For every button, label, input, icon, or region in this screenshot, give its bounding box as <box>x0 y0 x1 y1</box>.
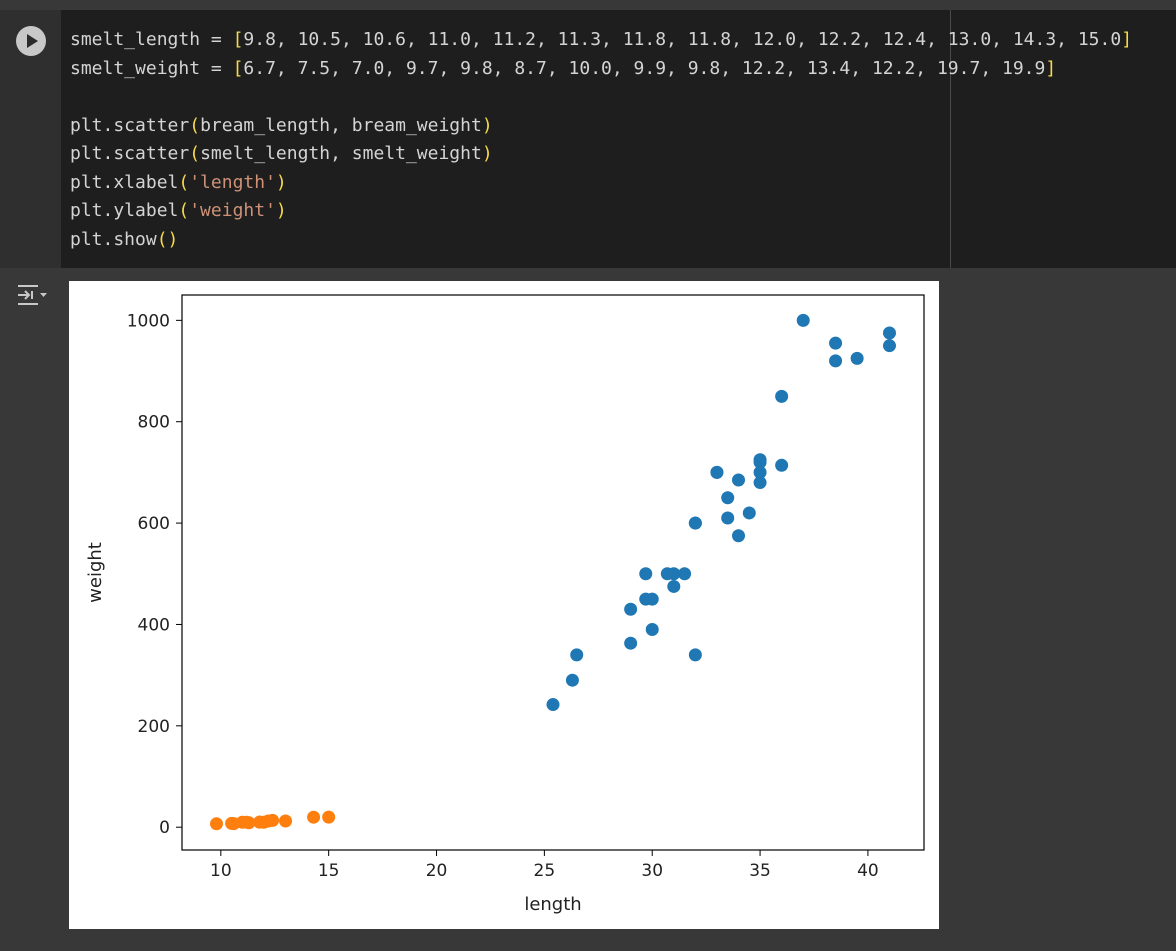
run-cell-button[interactable] <box>16 26 46 56</box>
code-token: () <box>156 228 179 250</box>
y-tick-label: 400 <box>138 615 170 635</box>
data-point <box>210 817 224 831</box>
data-point <box>565 673 579 687</box>
data-point <box>307 810 321 824</box>
code-token: smelt_length = <box>70 29 233 50</box>
code-line: plt.scatter(smelt_length, smelt_weight) <box>70 140 1132 169</box>
data-point <box>639 567 653 581</box>
x-tick-label: 25 <box>534 861 556 881</box>
code-token: 6.7, 7.5, 7.0, 9.7, 9.8, 8.7, 10.0, 9.9,… <box>243 57 1046 79</box>
data-point <box>546 698 560 712</box>
code-line: plt.xlabel('length') <box>70 169 1132 198</box>
x-tick-label: 15 <box>318 861 340 881</box>
code-token: ) <box>481 114 493 136</box>
y-tick-label: 0 <box>159 818 170 838</box>
data-point <box>753 455 767 469</box>
output-toggle-icon[interactable] <box>16 282 48 308</box>
code-editor[interactable]: smelt_length = [9.8, 10.5, 10.6, 11.0, 1… <box>70 26 1132 254</box>
code-line: plt.show() <box>70 226 1132 255</box>
data-point <box>322 810 336 824</box>
code-token: ) <box>275 171 287 193</box>
data-point <box>742 506 756 520</box>
code-token: 'weight' <box>189 200 276 221</box>
data-point <box>882 339 896 353</box>
code-token: [ <box>232 57 244 79</box>
code-token: ( <box>189 143 201 164</box>
data-point <box>775 458 789 472</box>
data-point <box>850 351 864 365</box>
code-token: plt.ylabel <box>70 200 179 221</box>
code-token: ] <box>1045 57 1057 79</box>
y-tick-label: 800 <box>138 413 170 433</box>
data-point <box>829 354 843 368</box>
data-point <box>279 814 293 828</box>
data-point <box>882 326 896 340</box>
x-tick-label: 40 <box>857 861 879 881</box>
code-line: smelt_length = [9.8, 10.5, 10.6, 11.0, 1… <box>70 26 1132 55</box>
code-token: plt.xlabel <box>70 171 179 193</box>
code-line: smelt_weight = [6.7, 7.5, 7.0, 9.7, 9.8,… <box>70 55 1132 84</box>
code-token: 9.8, 10.5, 10.6, 11.0, 11.2, 11.3, 11.8,… <box>243 29 1122 50</box>
code-token: 'length' <box>189 171 276 193</box>
plot-output: 10 15 20 25 30 35 40 0 200 400 600 800 1000 length wei… <box>69 281 939 929</box>
data-point <box>829 336 843 350</box>
data-point <box>721 491 735 505</box>
x-tick-label: 10 <box>210 861 232 881</box>
y-tick-label: 200 <box>138 717 170 737</box>
x-tick-label: 20 <box>426 861 448 881</box>
data-point <box>678 567 692 581</box>
code-token: ) <box>275 200 287 221</box>
code-token: ( <box>178 171 190 193</box>
data-point <box>667 579 681 593</box>
data-point <box>645 592 659 606</box>
code-token: plt.scatter <box>70 114 190 136</box>
code-token: ( <box>189 114 201 136</box>
data-point <box>721 511 735 525</box>
x-tick-label: 35 <box>749 861 771 881</box>
data-point <box>688 648 702 662</box>
data-point <box>645 623 659 637</box>
code-token: bream_length, bream_weight <box>200 114 482 136</box>
code-token: plt.show <box>70 228 157 250</box>
axes-frame <box>181 294 925 851</box>
scatter-chart: 10 15 20 25 30 35 4002004006008001000lengthwei… <box>85 294 925 915</box>
data-point <box>710 465 724 479</box>
data-point <box>688 516 702 530</box>
code-line: plt.ylabel('weight') <box>70 197 1132 226</box>
data-point <box>775 389 789 403</box>
data-point <box>732 529 745 543</box>
data-point <box>570 648 584 662</box>
code-token: smelt_length, smelt_weight <box>200 143 482 164</box>
code-line: plt.scatter(bream_length, bream_weight) <box>70 112 1132 141</box>
y-tick-label: 1000 <box>127 311 170 331</box>
data-point <box>624 602 638 616</box>
code-token: smelt_weight = <box>70 57 233 79</box>
x-axis-label: length <box>524 894 581 915</box>
data-point <box>732 473 745 487</box>
code-token: ] <box>1121 29 1133 50</box>
data-point <box>624 636 638 650</box>
data-point <box>796 313 810 327</box>
data-point <box>266 813 280 827</box>
y-axis-label: weight <box>85 542 106 603</box>
code-token: ( <box>178 200 190 221</box>
y-tick-label: 600 <box>138 514 170 534</box>
code-token: ) <box>481 143 493 164</box>
code-token: plt.scatter <box>70 143 190 164</box>
x-tick-label: 30 <box>641 861 663 881</box>
code-token: [ <box>232 29 244 50</box>
